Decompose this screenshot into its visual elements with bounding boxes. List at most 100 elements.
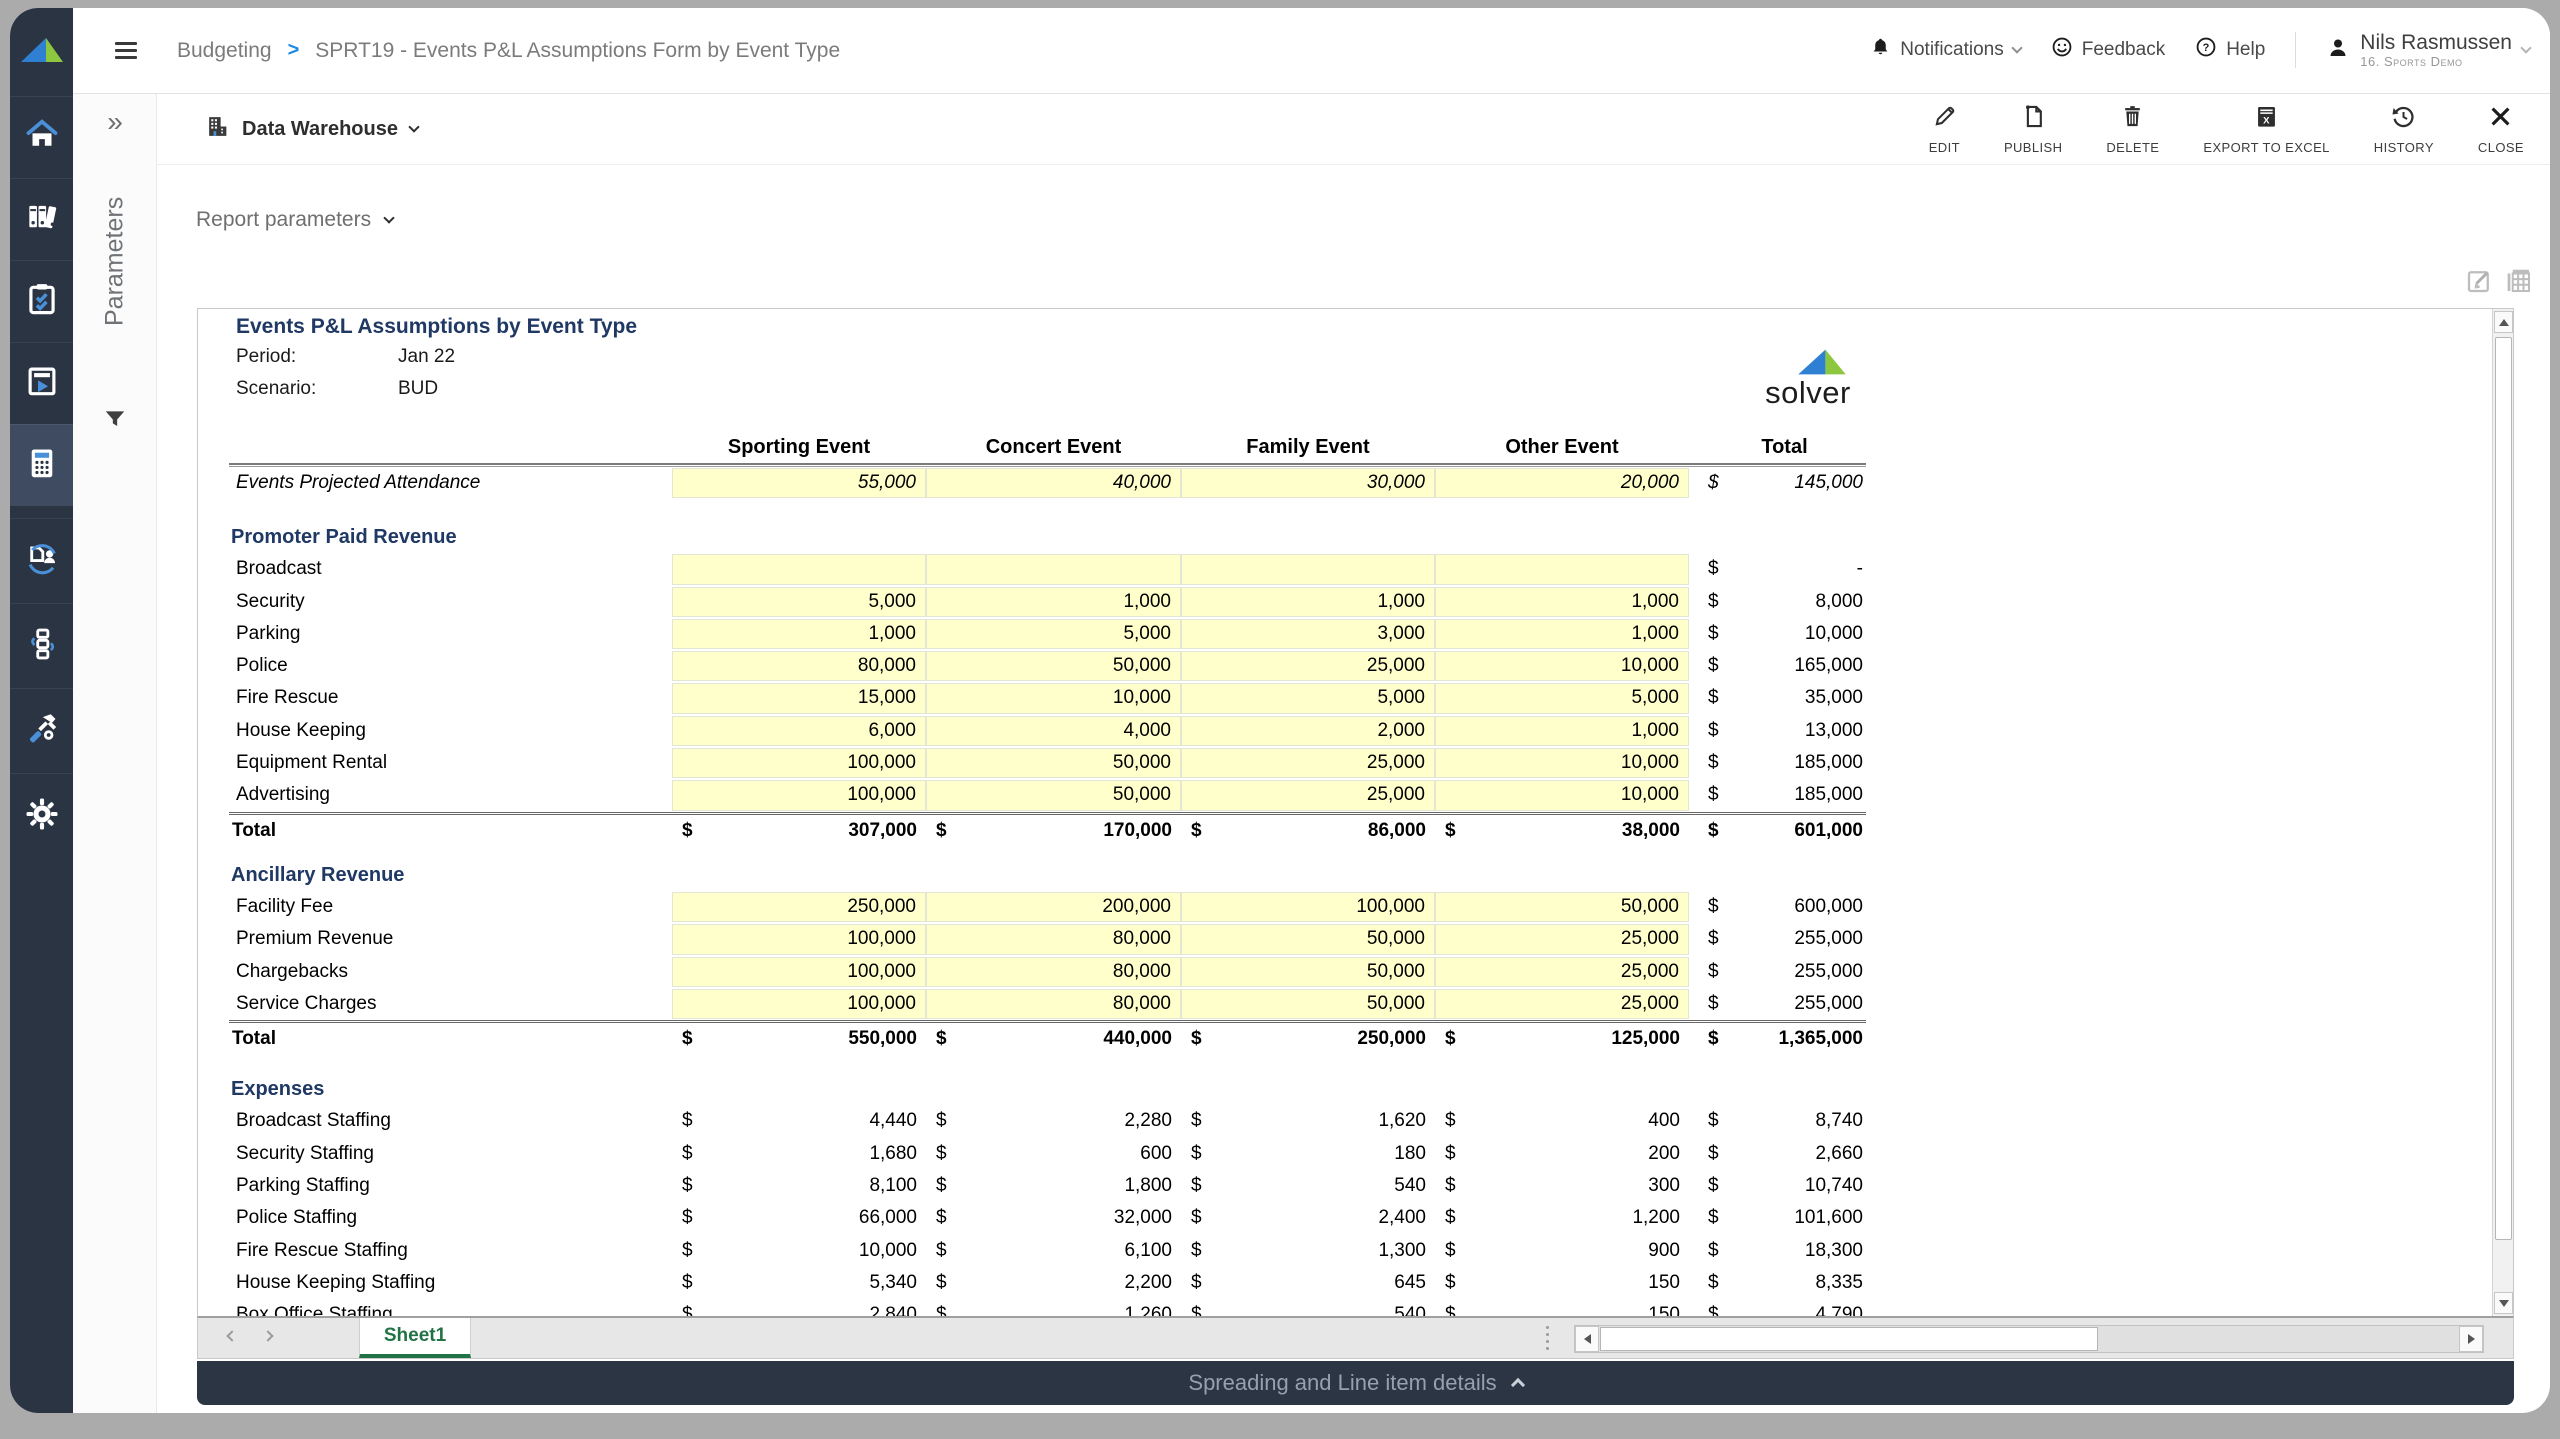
input-cell[interactable] xyxy=(926,554,1181,584)
input-cell[interactable]: 100,000 xyxy=(672,780,926,810)
input-cell[interactable]: 10,000 xyxy=(1435,748,1689,778)
input-cell[interactable]: 6,000 xyxy=(672,716,926,746)
horizontal-scroll-thumb[interactable] xyxy=(1600,1327,2098,1351)
sidebar-item-reports[interactable] xyxy=(10,342,73,424)
export-excel-button[interactable]: X EXPORT TO EXCEL xyxy=(2203,103,2329,155)
menu-hamburger-icon[interactable] xyxy=(115,38,137,63)
input-cell[interactable]: 100,000 xyxy=(672,989,926,1019)
tab-sheet1[interactable]: Sheet1 xyxy=(359,1318,471,1358)
input-cell[interactable]: 100,000 xyxy=(672,924,926,954)
input-cell[interactable] xyxy=(1435,554,1689,584)
user-menu[interactable]: Nils Rasmussen 16. Sports Demo xyxy=(2326,31,2530,70)
sidebar-item-home[interactable] xyxy=(10,96,73,178)
grid-view-icon[interactable] xyxy=(2504,266,2534,301)
expand-panel-icon[interactable]: » xyxy=(73,108,157,136)
scroll-up-button[interactable] xyxy=(2494,311,2513,333)
parameters-label[interactable]: Parameters xyxy=(73,146,157,376)
input-cell[interactable]: 5,000 xyxy=(672,587,926,617)
sidebar-item-budgeting[interactable] xyxy=(10,424,73,506)
input-cell[interactable]: 80,000 xyxy=(926,989,1181,1019)
vertical-scroll-thumb[interactable] xyxy=(2495,337,2512,1240)
input-cell[interactable]: 10,000 xyxy=(926,683,1181,713)
input-cell[interactable]: 2,000 xyxy=(1181,716,1435,746)
total-value: 600,000 xyxy=(1794,891,1863,923)
calc-cell: $1,620 xyxy=(1181,1105,1435,1137)
input-cell[interactable]: 25,000 xyxy=(1435,957,1689,987)
history-button[interactable]: HISTORY xyxy=(2374,103,2434,155)
input-cell[interactable]: 200,000 xyxy=(926,892,1181,922)
notifications-button[interactable]: Notifications xyxy=(1870,36,2021,64)
input-cell[interactable]: 1,000 xyxy=(1181,587,1435,617)
scroll-left-button[interactable] xyxy=(1575,1326,1599,1352)
total-cell: $185,000 xyxy=(1706,779,1863,811)
sidebar-item-library[interactable] xyxy=(10,178,73,260)
input-cell[interactable]: 5,000 xyxy=(926,619,1181,649)
input-cell[interactable]: 10,000 xyxy=(1435,780,1689,810)
vertical-scrollbar[interactable] xyxy=(2492,309,2513,1316)
input-cell[interactable]: 5,000 xyxy=(1181,683,1435,713)
tab-prev-icon[interactable] xyxy=(226,1330,237,1341)
close-button[interactable]: CLOSE xyxy=(2478,103,2524,155)
input-cell[interactable]: 25,000 xyxy=(1435,924,1689,954)
input-cell[interactable]: 1,000 xyxy=(1435,587,1689,617)
input-cell[interactable]: 100,000 xyxy=(1181,892,1435,922)
splitter-handle[interactable] xyxy=(1546,1326,1549,1350)
breadcrumb-root[interactable]: Budgeting xyxy=(177,39,272,63)
input-cell[interactable]: 50,000 xyxy=(1181,924,1435,954)
input-cell[interactable]: 250,000 xyxy=(672,892,926,922)
form-edit-icon[interactable] xyxy=(2464,266,2494,301)
input-cell[interactable]: 80,000 xyxy=(926,924,1181,954)
input-cell[interactable]: 1,000 xyxy=(1435,619,1689,649)
input-cell[interactable]: 1,000 xyxy=(1435,716,1689,746)
input-cell[interactable]: 30,000 xyxy=(1181,468,1435,498)
input-cell[interactable]: 1,000 xyxy=(672,619,926,649)
filter-funnel-icon[interactable] xyxy=(73,406,157,432)
scroll-down-button[interactable] xyxy=(2494,1292,2513,1314)
input-cell[interactable]: 3,000 xyxy=(1181,619,1435,649)
input-cell[interactable]: 80,000 xyxy=(926,957,1181,987)
help-button[interactable]: ? Help xyxy=(2195,36,2265,64)
sidebar-item-admin-tools[interactable] xyxy=(10,688,73,773)
data-source-dropdown[interactable]: Data Warehouse xyxy=(205,114,418,145)
sidebar-item-processes[interactable] xyxy=(10,603,73,688)
input-cell[interactable] xyxy=(1181,554,1435,584)
input-cell[interactable]: 100,000 xyxy=(672,957,926,987)
input-cell[interactable]: 50,000 xyxy=(926,651,1181,681)
input-cell[interactable]: 40,000 xyxy=(926,468,1181,498)
input-cell[interactable]: 50,000 xyxy=(926,748,1181,778)
input-cell[interactable] xyxy=(672,554,926,584)
feedback-button[interactable]: Feedback xyxy=(2051,36,2165,64)
input-cell[interactable]: 25,000 xyxy=(1181,748,1435,778)
scroll-right-button[interactable] xyxy=(2459,1326,2483,1352)
input-cell[interactable]: 15,000 xyxy=(672,683,926,713)
input-cell[interactable]: 100,000 xyxy=(672,748,926,778)
delete-button[interactable]: DELETE xyxy=(2106,103,2159,155)
input-cell[interactable]: 25,000 xyxy=(1435,989,1689,1019)
spreading-details-bar[interactable]: Spreading and Line item details xyxy=(197,1361,2514,1405)
input-cell[interactable]: 10,000 xyxy=(1435,651,1689,681)
input-cell[interactable]: 1,000 xyxy=(926,587,1181,617)
row-label: Total xyxy=(232,1023,276,1055)
sidebar-item-workflow[interactable] xyxy=(10,518,73,603)
edit-button[interactable]: EDIT xyxy=(1929,103,1960,155)
input-cell[interactable]: 55,000 xyxy=(672,468,926,498)
input-cell[interactable]: 50,000 xyxy=(1435,892,1689,922)
input-cell[interactable]: 20,000 xyxy=(1435,468,1689,498)
publish-button[interactable]: PUBLISH xyxy=(2004,103,2062,155)
input-cell[interactable]: 25,000 xyxy=(1181,780,1435,810)
period-row: Period: Jan 22 xyxy=(236,341,2492,373)
input-cell[interactable]: 80,000 xyxy=(672,651,926,681)
input-cell[interactable]: 50,000 xyxy=(1181,989,1435,1019)
input-cell[interactable]: 4,000 xyxy=(926,716,1181,746)
solver-logo-icon[interactable] xyxy=(10,8,73,94)
tab-next-icon[interactable] xyxy=(262,1330,273,1341)
input-cell[interactable]: 50,000 xyxy=(926,780,1181,810)
report-parameters-dropdown[interactable]: Report parameters xyxy=(196,208,393,232)
dollar-sign: $ xyxy=(1445,1023,1456,1055)
sidebar-item-tasks[interactable] xyxy=(10,260,73,342)
sidebar-item-settings[interactable] xyxy=(10,773,73,858)
input-cell[interactable]: 50,000 xyxy=(1181,957,1435,987)
horizontal-scrollbar[interactable] xyxy=(1574,1325,2484,1353)
input-cell[interactable]: 5,000 xyxy=(1435,683,1689,713)
input-cell[interactable]: 25,000 xyxy=(1181,651,1435,681)
